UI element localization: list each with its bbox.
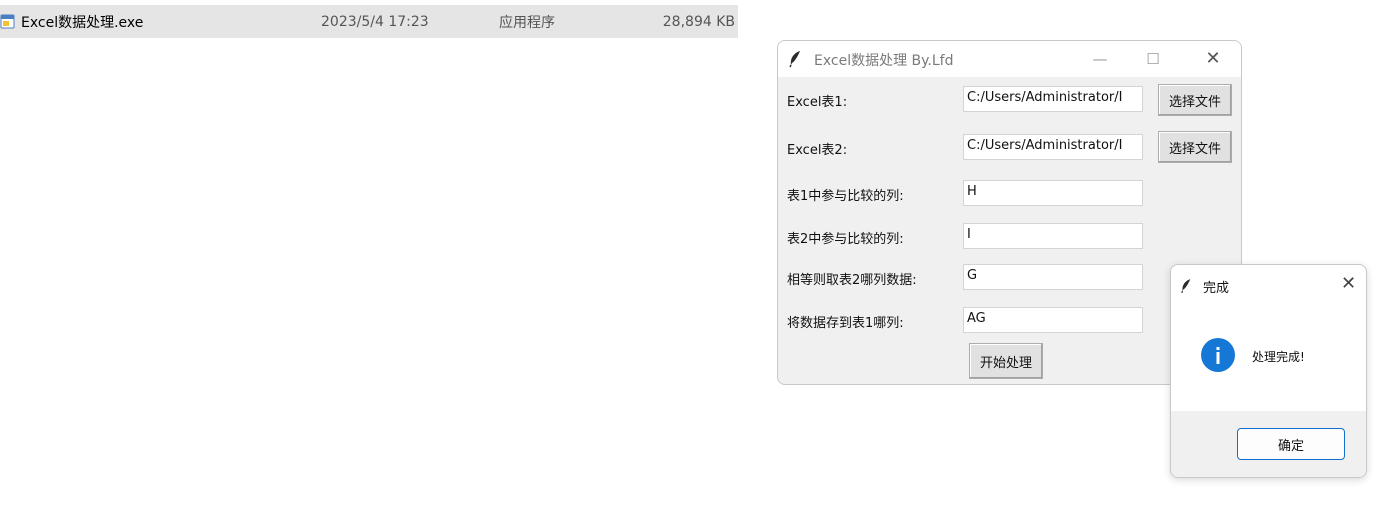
excel2-path-input[interactable]: C:/Users/Administrator/I — [963, 134, 1143, 160]
choose-file2-button[interactable]: 选择文件 — [1158, 131, 1232, 163]
file-name: Excel数据处理.exe — [21, 14, 144, 31]
take-col-input[interactable]: G — [963, 264, 1143, 290]
excel2-label: Excel表2: — [787, 143, 848, 158]
maximize-button[interactable]: ☐ — [1138, 47, 1168, 71]
info-icon — [1201, 338, 1235, 372]
dialog-close-button[interactable]: ✕ — [1341, 273, 1356, 294]
dialog-message: 处理完成! — [1252, 350, 1305, 364]
save-col-input[interactable]: AG — [963, 307, 1143, 333]
exe-file-icon — [0, 14, 15, 29]
close-button[interactable]: ✕ — [1198, 47, 1228, 71]
excel1-label: Excel表1: — [787, 95, 848, 110]
excel1-path-input[interactable]: C:/Users/Administrator/I — [963, 86, 1143, 112]
col1-label: 表1中参与比较的列: — [787, 189, 904, 204]
start-processing-button[interactable]: 开始处理 — [969, 343, 1043, 379]
ok-button[interactable]: 确定 — [1237, 428, 1345, 460]
title-bar[interactable]: Excel数据处理 By.Lfd — ☐ ✕ — [778, 41, 1241, 77]
col2-label: 表2中参与比较的列: — [787, 232, 904, 247]
file-type: 应用程序 — [499, 14, 555, 31]
file-size: 28,894 KB — [662, 13, 735, 30]
window-title: Excel数据处理 By.Lfd — [814, 53, 954, 69]
save-col-label: 将数据存到表1哪列: — [787, 316, 904, 331]
choose-file1-button[interactable]: 选择文件 — [1158, 84, 1232, 116]
completion-dialog: 完成 ✕ 处理完成! 确定 — [1170, 264, 1367, 478]
minimize-button[interactable]: — — [1085, 47, 1115, 71]
dialog-footer: 确定 — [1171, 411, 1366, 477]
col2-input[interactable]: I — [963, 223, 1143, 249]
feather-icon — [788, 50, 802, 72]
take-col-label: 相等则取表2哪列数据: — [787, 273, 917, 288]
dialog-title: 完成 — [1203, 281, 1230, 296]
col1-input[interactable]: H — [963, 180, 1143, 206]
file-modified-date: 2023/5/4 17:23 — [321, 13, 429, 30]
feather-icon — [1180, 278, 1192, 298]
file-list-row[interactable]: Excel数据处理.exe 2023/5/4 17:23 应用程序 28,894… — [0, 5, 738, 38]
